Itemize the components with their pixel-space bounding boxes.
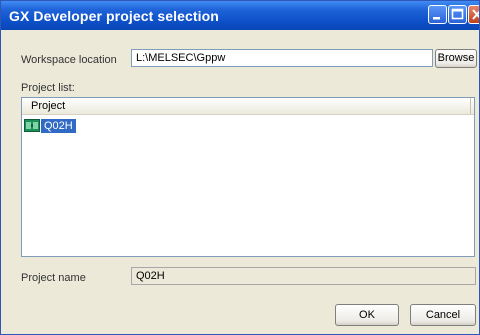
title-bar[interactable]: GX Developer project selection [1, 1, 479, 30]
cancel-button[interactable]: Cancel [410, 304, 476, 326]
close-button[interactable] [468, 5, 479, 24]
project-list-label: Project list: [21, 82, 75, 94]
project-selection-dialog: GX Developer project selection Workspace… [0, 0, 480, 335]
close-icon [472, 9, 479, 20]
minimize-button[interactable] [428, 5, 447, 24]
workspace-location-field[interactable]: L:\MELSEC\Gppw [131, 49, 433, 67]
maximize-icon [451, 8, 464, 20]
project-list[interactable]: Project Q02H [21, 97, 475, 257]
minimize-icon [433, 17, 440, 20]
maximize-button[interactable] [448, 5, 467, 24]
workspace-location-label: Workspace location [21, 54, 117, 66]
project-name-field[interactable]: Q02H [131, 267, 476, 285]
browse-button[interactable]: Browse [435, 49, 477, 68]
window-title: GX Developer project selection [9, 8, 219, 24]
ok-button[interactable]: OK [335, 304, 399, 326]
list-item[interactable]: Q02H [24, 118, 76, 133]
project-icon [24, 119, 40, 132]
project-list-header: Project [22, 98, 474, 115]
project-name-label: Project name [21, 272, 86, 284]
column-header-project[interactable]: Project [22, 98, 471, 114]
list-item-label: Q02H [41, 118, 76, 133]
